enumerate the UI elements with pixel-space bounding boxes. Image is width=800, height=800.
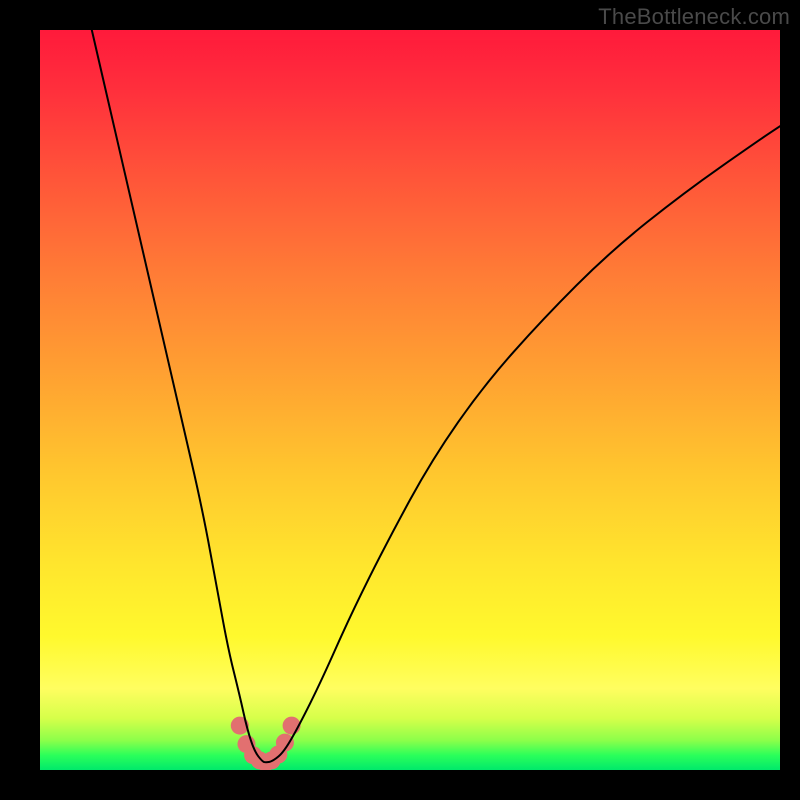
- curve-svg: [40, 30, 780, 770]
- chart-frame: TheBottleneck.com: [0, 0, 800, 800]
- bottleneck-curve: [92, 30, 780, 762]
- plot-area: [40, 30, 780, 770]
- watermark-text: TheBottleneck.com: [598, 4, 790, 30]
